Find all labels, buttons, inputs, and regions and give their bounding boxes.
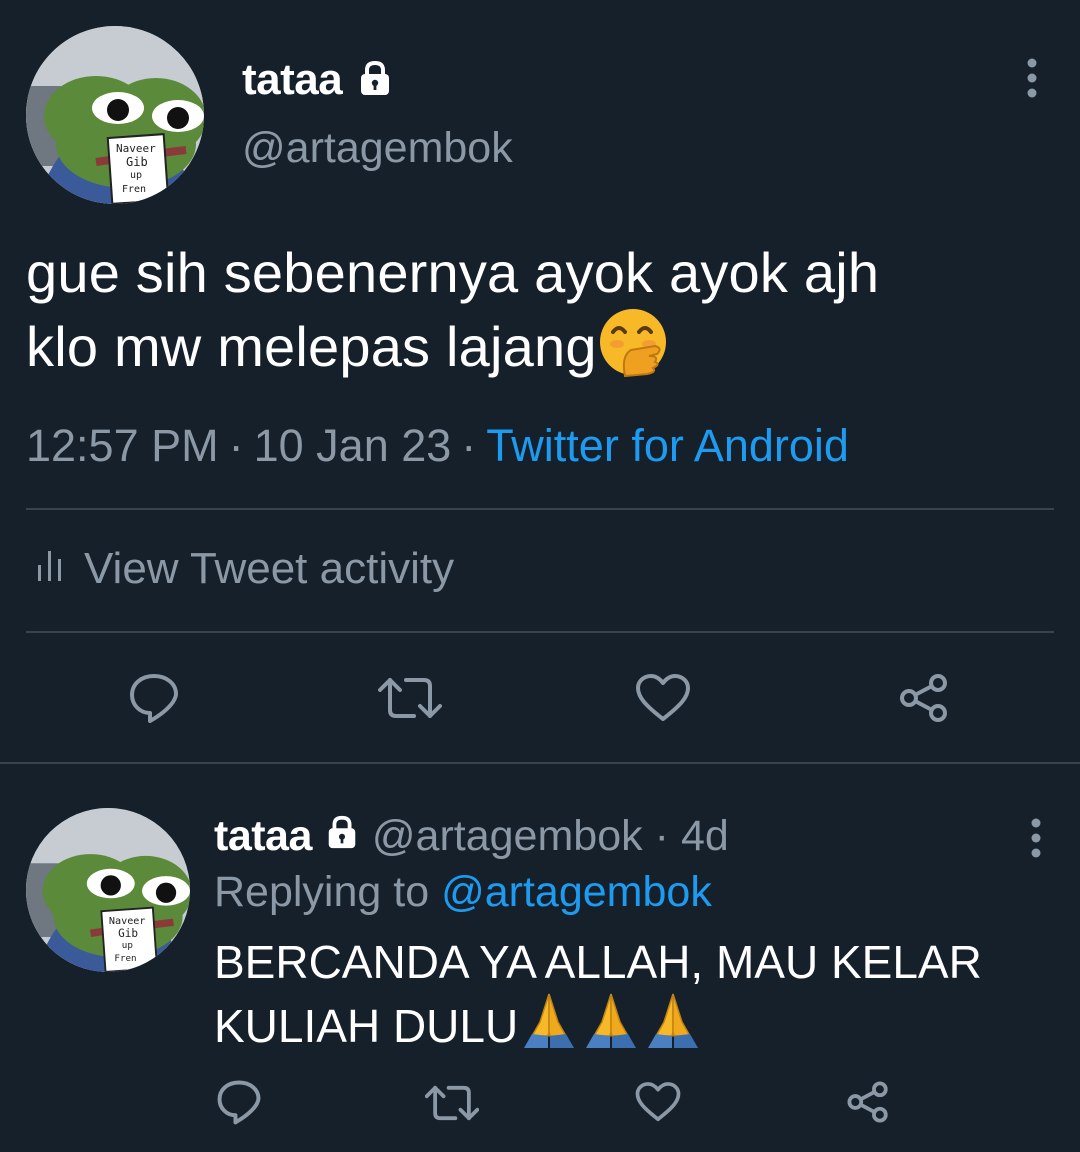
- reply-handle[interactable]: @artagembok: [372, 812, 643, 861]
- divider: [26, 508, 1054, 510]
- folded-hands-emoji-icon: [644, 992, 702, 1064]
- share-icon[interactable]: [896, 670, 952, 726]
- reply-avatar[interactable]: Naveer Gib up Fren: [26, 808, 190, 972]
- reply-icon[interactable]: [214, 1078, 264, 1126]
- reply-age: 4d: [680, 812, 729, 860]
- tweet-text-line1: gue sih sebenernya ayok ayok ajh: [26, 241, 880, 304]
- reply-text-line1: BERCANDA YA ALLAH, MAU KELAR: [214, 936, 982, 988]
- avatar-sign-text: Naveer: [116, 142, 156, 155]
- more-options-icon[interactable]: [1012, 56, 1052, 100]
- svg-text:Gib: Gib: [126, 155, 148, 169]
- activity-label: View Tweet activity: [84, 544, 455, 593]
- hand-over-mouth-emoji-icon: [597, 306, 669, 392]
- replying-to-mention[interactable]: @artagembok: [441, 868, 712, 916]
- tweet-detail-page: Naveer Gib up Fren tataa @artagembok gue…: [0, 0, 1080, 1152]
- share-icon[interactable]: [844, 1078, 892, 1126]
- tweet-time: 12:57 PM: [26, 420, 219, 471]
- svg-text:up: up: [122, 940, 133, 951]
- folded-hands-emoji-icon: [582, 992, 640, 1064]
- svg-text:Gib: Gib: [118, 927, 138, 940]
- replying-to: Replying to @artagembok: [214, 868, 712, 916]
- avatar[interactable]: Naveer Gib up Fren: [26, 26, 204, 204]
- like-icon[interactable]: [634, 670, 692, 726]
- tweet-text-line2: klo mw melepas lajang: [26, 315, 597, 378]
- retweet-icon[interactable]: [378, 670, 442, 726]
- tweet-date: 10 Jan 23: [253, 420, 452, 471]
- bar-chart-icon: [36, 544, 66, 594]
- reply-text-line2: KULIAH DULU: [214, 1000, 519, 1052]
- svg-text:up: up: [130, 170, 142, 181]
- tweet-meta: 12:57 PM · 10 Jan 23 · Twitter for Android: [26, 420, 849, 471]
- divider: [26, 631, 1054, 633]
- svg-text:Fren: Fren: [122, 184, 146, 195]
- reply-display-name[interactable]: tataa: [214, 812, 312, 861]
- tweet-source-link[interactable]: Twitter for Android: [486, 420, 849, 471]
- reply-icon[interactable]: [126, 670, 182, 726]
- display-name[interactable]: tataa: [242, 55, 343, 105]
- folded-hands-emoji-icon: [520, 992, 578, 1064]
- divider: [0, 762, 1080, 764]
- reply-author-row: tataa @artagembok · 4d: [214, 812, 729, 861]
- tweet-text: gue sih sebenernya ayok ayok ajh klo mw …: [26, 240, 1056, 392]
- retweet-icon[interactable]: [424, 1080, 480, 1126]
- handle[interactable]: @artagembok: [242, 124, 513, 173]
- reply-text: BERCANDA YA ALLAH, MAU KELAR KULIAH DULU: [214, 932, 1054, 1064]
- svg-text:Fren: Fren: [114, 953, 136, 964]
- pepe-frog-avatar-icon: Naveer Gib up Fren: [26, 26, 204, 204]
- lock-icon: [324, 812, 360, 861]
- like-icon[interactable]: [634, 1080, 682, 1124]
- lock-icon: [356, 59, 394, 102]
- author-row: tataa: [242, 55, 394, 105]
- view-tweet-activity-button[interactable]: View Tweet activity: [36, 544, 454, 594]
- folded-hands-emoji-group: [518, 993, 702, 1052]
- svg-text:Naveer: Naveer: [109, 916, 146, 927]
- pepe-frog-avatar-icon: Naveer Gib up Fren: [26, 808, 190, 972]
- reply-more-options-icon[interactable]: [1016, 816, 1056, 860]
